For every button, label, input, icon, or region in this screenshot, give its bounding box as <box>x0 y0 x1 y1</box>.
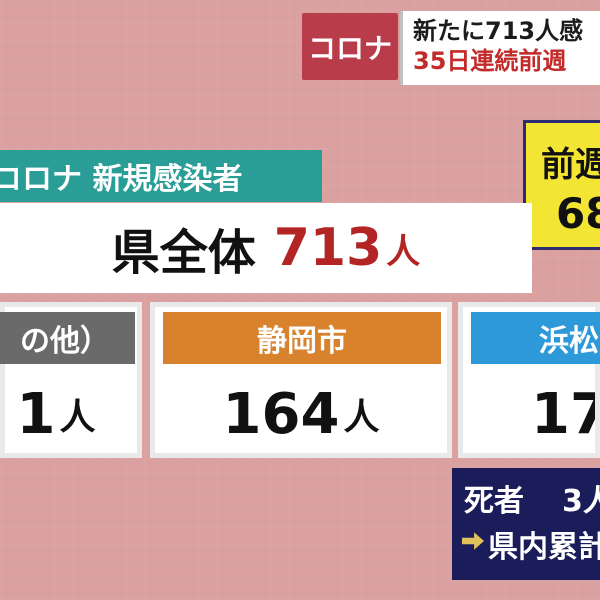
region-name: 静岡市 <box>163 312 441 364</box>
deaths-value: 3人 <box>562 484 600 519</box>
previous-week-value: 68 <box>556 189 600 238</box>
ticker-line-2: 35日連続前週 <box>413 47 567 75</box>
arrow-right-icon <box>462 532 484 550</box>
region-card-body: 浜松 17 <box>463 307 600 453</box>
region-card-body: 静岡市 164 人 <box>155 307 447 453</box>
previous-week-label: 前週 <box>541 145 600 185</box>
ticker-line-1: 新たに713人感 <box>413 17 584 45</box>
region-count: 1 <box>16 381 56 447</box>
region-unit: 人 <box>343 397 380 438</box>
section-title: コロナ 新規感染者 <box>0 150 322 202</box>
prefecture-total-box: 県全体 713 人 <box>0 203 532 293</box>
total-value: 713 <box>273 218 383 278</box>
region-card-hamamatsu: 浜松 17 <box>458 302 600 458</box>
cumulative-label: 県内累計 <box>488 530 600 565</box>
deaths-label: 死者 <box>464 484 524 519</box>
region-value: 17 <box>463 379 595 449</box>
region-name: の他） <box>0 312 135 364</box>
ticker-headline: 新たに713人感 35日連続前週 <box>400 11 600 85</box>
region-value: 1 人 <box>0 379 137 449</box>
region-card-shizuoka: 静岡市 164 人 <box>150 302 452 458</box>
region-count: 164 <box>222 381 340 447</box>
region-unit: 人 <box>59 397 96 438</box>
ticker-tag: コロナ <box>302 13 398 80</box>
region-count: 17 <box>531 381 595 447</box>
region-card-body: の他） 1 人 <box>0 307 137 453</box>
total-label: 県全体 <box>111 225 256 281</box>
region-card-other: の他） 1 人 <box>0 302 142 458</box>
total-unit: 人 <box>386 231 421 272</box>
deaths-box: 死者 3人 県内累計 <box>452 468 600 580</box>
region-value: 164 人 <box>155 379 447 449</box>
region-name: 浜松 <box>471 312 600 364</box>
previous-week-box: 前週 68 <box>523 120 600 250</box>
section-title-text: コロナ 新規感染者 <box>0 162 243 197</box>
